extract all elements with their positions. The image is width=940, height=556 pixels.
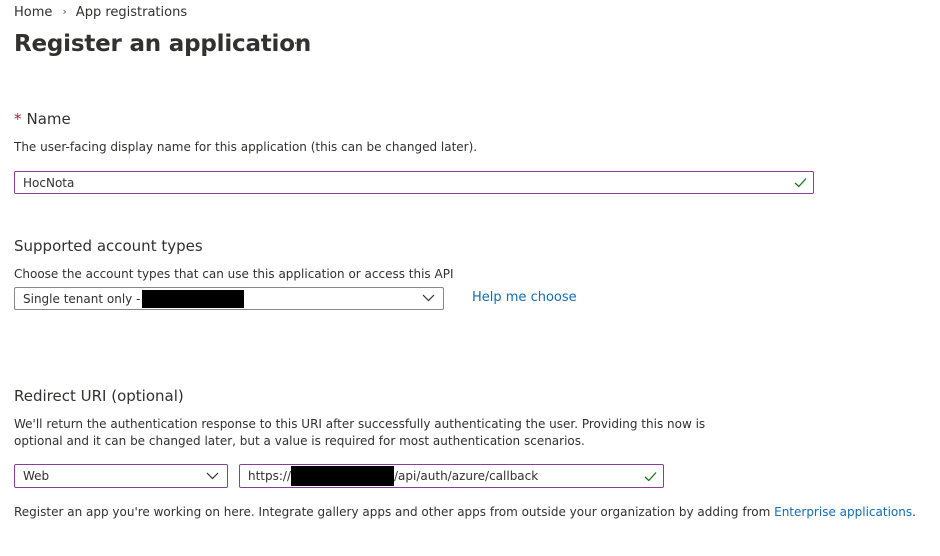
redirect-uri-description-line1: We'll return the authentication response…	[14, 417, 706, 431]
redirect-uri-description-line2: optional and it can be changed later, bu…	[14, 434, 585, 448]
name-input[interactable]: HocNota	[14, 171, 814, 194]
account-types-description: Choose the account types that can use th…	[14, 267, 454, 281]
breadcrumb-home-link[interactable]: Home	[14, 5, 52, 20]
required-marker: *	[14, 110, 22, 128]
checkmark-icon	[794, 178, 807, 188]
footer-trailing: .	[912, 505, 916, 519]
name-input-value: HocNota	[23, 175, 75, 190]
breadcrumb-app-registrations-link[interactable]: App registrations	[76, 5, 187, 20]
name-label-text: Name	[26, 110, 71, 128]
help-me-choose-link[interactable]: Help me choose	[472, 290, 577, 305]
redirect-uri-suffix: /api/auth/azure/callback	[394, 469, 539, 483]
footer-text: Register an app you're working on here. …	[14, 505, 775, 519]
enterprise-applications-link[interactable]: Enterprise applications	[774, 505, 912, 519]
redirect-uri-input[interactable]: https:// /api/auth/azure/callback	[239, 464, 664, 488]
name-label: * Name	[14, 110, 71, 128]
redirect-uri-label: Redirect URI (optional)	[14, 387, 184, 405]
redacted-tenant-name	[142, 289, 245, 308]
account-types-selected-value: Single tenant only -	[23, 291, 141, 306]
chevron-down-icon	[206, 472, 219, 480]
chevron-down-icon	[422, 294, 435, 302]
redacted-host-name	[291, 466, 395, 486]
breadcrumb-separator-icon: ›	[62, 5, 67, 18]
more-options-button[interactable]: ···	[288, 36, 304, 52]
account-types-label: Supported account types	[14, 237, 203, 255]
redirect-uri-prefix: https://	[248, 469, 292, 483]
footer-note: Register an app you're working on here. …	[14, 504, 916, 521]
account-types-dropdown[interactable]: Single tenant only -	[14, 287, 444, 310]
platform-dropdown[interactable]: Web	[14, 464, 228, 488]
breadcrumb: Home › App registrations	[14, 5, 187, 20]
checkmark-icon	[644, 472, 657, 482]
platform-selected-value: Web	[23, 469, 50, 483]
page-title: Register an application	[14, 31, 312, 57]
name-description: The user-facing display name for this ap…	[14, 140, 478, 154]
